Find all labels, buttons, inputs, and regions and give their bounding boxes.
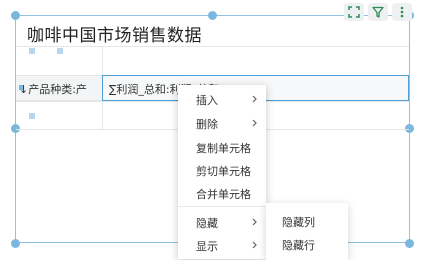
fullscreen-icon	[348, 6, 360, 18]
filter-icon	[372, 6, 384, 18]
hide-submenu: 隐藏列 隐藏行	[266, 203, 348, 260]
chevron-right-icon	[252, 218, 257, 226]
column-marker	[57, 48, 63, 54]
resize-handle-bottom-right[interactable]	[405, 239, 414, 248]
chevron-right-icon	[252, 119, 257, 127]
menu-item-merge-cells[interactable]: 合并单元格	[196, 186, 251, 202]
menu-item-hide[interactable]: 隐藏	[196, 215, 218, 231]
widget-toolbar	[344, 3, 412, 21]
menu-divider	[178, 206, 266, 207]
widget-title: 咖啡中国市场销售数据	[27, 26, 202, 46]
submenu-item-hide-row[interactable]: 隐藏行	[282, 237, 315, 253]
chevron-right-icon	[252, 241, 257, 249]
more-vertical-icon	[400, 6, 404, 18]
menu-item-delete[interactable]: 删除	[196, 116, 218, 132]
chevron-right-icon	[252, 95, 257, 103]
resize-handle-top-center[interactable]	[208, 11, 217, 20]
row-marker	[29, 113, 35, 119]
submenu-item-hide-column[interactable]: 隐藏列	[282, 214, 315, 230]
more-button[interactable]	[392, 3, 412, 21]
corner-marker	[29, 48, 35, 54]
row-dimension-label: ↓产品种类:产	[19, 83, 87, 96]
resize-handle-bottom-left[interactable]	[11, 239, 20, 248]
resize-handle-top-left[interactable]	[11, 11, 20, 20]
context-menu: 插入 删除 复制单元格 剪切单元格 合并单元格 隐藏 显示	[178, 85, 266, 259]
menu-item-copy-cell[interactable]: 复制单元格	[196, 140, 251, 156]
menu-item-show[interactable]: 显示	[196, 238, 218, 254]
fullscreen-button[interactable]	[344, 3, 364, 21]
menu-item-insert[interactable]: 插入	[196, 92, 218, 108]
menu-item-cut-cell[interactable]: 剪切单元格	[196, 163, 251, 179]
filter-button[interactable]	[368, 3, 388, 21]
